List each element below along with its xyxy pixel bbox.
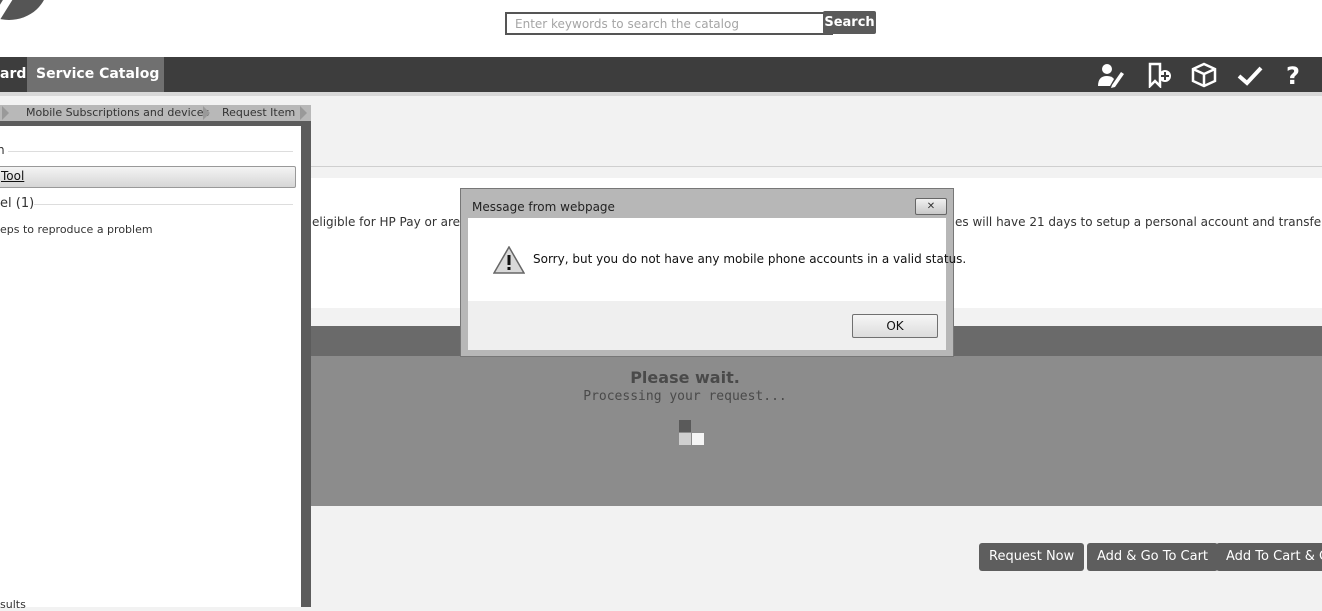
dialog-title: Message from webpage [472, 200, 615, 214]
spinner-segment [692, 420, 704, 432]
top-header: Search [0, 0, 1322, 57]
add-to-cart-continue-button[interactable]: Add To Cart & Co [1216, 543, 1322, 571]
search-input[interactable] [505, 12, 833, 35]
divider [310, 166, 1322, 167]
svg-text:?: ? [1286, 62, 1300, 88]
section-divider [8, 151, 293, 152]
results-label: sults [0, 598, 26, 611]
spinner-segment [692, 433, 704, 445]
wait-subtitle: Processing your request... [583, 389, 787, 404]
description-text-left: eligible for HP Pay or are l [312, 215, 468, 229]
edit-user-icon[interactable] [1096, 62, 1126, 88]
description-text-right: es will have 21 days to setup a personal… [955, 215, 1322, 229]
left-popup-panel [0, 118, 311, 607]
logo-mark [0, 0, 14, 20]
breadcrumb-item-request-item[interactable]: Request Item [222, 106, 295, 119]
main-navbar: ard Service Catalog ? [0, 57, 1322, 92]
loading-spinner-icon [679, 420, 705, 446]
nav-service-catalog[interactable]: Service Catalog [27, 57, 165, 92]
spinner-segment [679, 433, 691, 445]
hp-logo[interactable] [0, 0, 48, 20]
tool-link[interactable]: Tool [1, 169, 24, 183]
please-wait-overlay: Please wait. Processing your request... [310, 356, 1322, 506]
nav-dashboard[interactable]: ard [0, 57, 26, 92]
request-now-button[interactable]: Request Now [979, 543, 1085, 571]
breadcrumb-separator-icon [300, 106, 307, 120]
wait-title: Please wait. [630, 368, 740, 387]
checkmark-icon[interactable] [1235, 62, 1265, 88]
dialog-footer: OK [468, 301, 946, 350]
spinner-segment [679, 420, 691, 432]
tool-link-item[interactable]: Tool [0, 166, 296, 188]
close-icon[interactable]: ✕ [915, 198, 947, 215]
package-icon[interactable] [1189, 62, 1219, 88]
subheader-strip [0, 92, 1322, 96]
message-dialog: Message from webpage ✕ Sorry, but you do… [460, 188, 966, 357]
search-button[interactable]: Search [823, 11, 876, 34]
level-heading: el (1) [0, 196, 35, 211]
add-bookmark-icon[interactable] [1144, 62, 1174, 88]
left-popup-content [0, 126, 301, 607]
breadcrumb-separator-icon [203, 106, 210, 120]
steps-to-reproduce-item[interactable]: eps to reproduce a problem [0, 223, 153, 236]
warning-icon [493, 246, 525, 274]
breadcrumb-item-mobile-subscriptions[interactable]: Mobile Subscriptions and devices [26, 106, 209, 119]
help-icon[interactable]: ? [1278, 62, 1308, 88]
ok-button[interactable]: OK [852, 314, 938, 338]
add-go-to-cart-button[interactable]: Add & Go To Cart [1087, 543, 1219, 571]
section-heading: n [0, 143, 5, 157]
level-divider [34, 204, 293, 205]
dialog-body: Sorry, but you do not have any mobile ph… [468, 218, 966, 301]
breadcrumb-separator-icon [2, 106, 9, 120]
dialog-message: Sorry, but you do not have any mobile ph… [533, 252, 967, 266]
